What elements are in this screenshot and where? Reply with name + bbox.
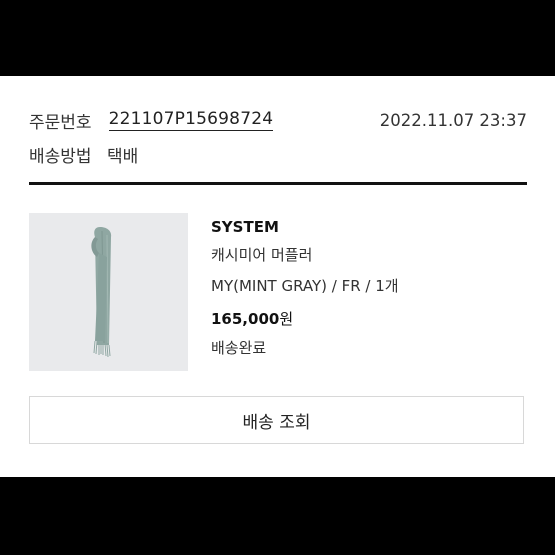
section-divider xyxy=(29,182,527,185)
shipping-method-label: 배송방법 xyxy=(29,147,92,167)
product-info: SYSTEM 캐시미어 머플러 MY(MINT GRAY) / FR / 1개 … xyxy=(211,218,399,358)
product-brand: SYSTEM xyxy=(211,218,279,236)
price-amount: 165,000 xyxy=(211,310,280,328)
price-currency: 원 xyxy=(279,310,294,328)
order-number-link[interactable]: 221107P15698724 xyxy=(108,109,274,131)
order-card: 주문번호 221107P15698724 2022.11.07 23:37 배송… xyxy=(0,76,555,477)
order-number-label: 주문번호 xyxy=(29,112,92,133)
order-datetime: 2022.11.07 23:37 xyxy=(379,110,527,130)
track-delivery-button[interactable]: 배송 조회 xyxy=(29,396,524,444)
shipping-method-value: 택배 xyxy=(106,147,139,167)
shipping-method-row: 배송방법 택배 xyxy=(29,142,138,167)
order-header: 주문번호 221107P15698724 2022.11.07 23:37 xyxy=(29,106,527,134)
delivery-status: 배송완료 xyxy=(211,339,267,357)
product-option: MY(MINT GRAY) / FR / 1개 xyxy=(211,277,399,295)
product-name[interactable]: 캐시미어 머플러 xyxy=(211,244,399,265)
mint-gray-scarf-icon xyxy=(91,227,112,358)
product-image[interactable] xyxy=(29,213,188,371)
product-price: 165,000원 xyxy=(211,308,399,329)
